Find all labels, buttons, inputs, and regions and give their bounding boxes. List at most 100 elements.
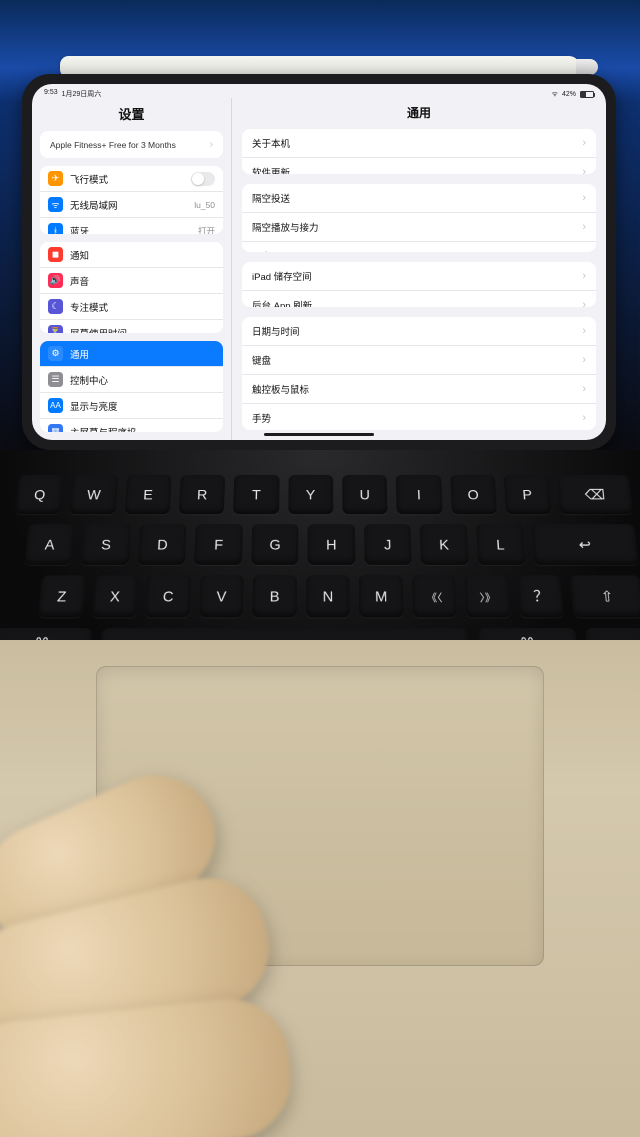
sidebar-item-label: 屏幕使用时间 <box>70 326 127 333</box>
key-shift-r[interactable]: ⇧ <box>570 575 640 617</box>
bell-icon: ◼ <box>48 247 63 262</box>
chevron-right-icon: › <box>582 412 586 424</box>
sidebar-item-display[interactable]: AA 显示与亮度 <box>40 392 223 418</box>
detail-item-label: 触控板与鼠标 <box>252 382 309 396</box>
key-angle-l[interactable]: 《〈 <box>412 575 457 617</box>
chevron-right-icon: › <box>582 354 586 366</box>
key-e[interactable]: E <box>124 475 171 514</box>
delete-icon: ⌫ <box>584 486 606 503</box>
sidebar-item-label: 显示与亮度 <box>70 399 118 413</box>
key-n[interactable]: N <box>306 575 350 617</box>
sidebar-item-label: 声音 <box>70 274 89 288</box>
detail-item-label: 日期与时间 <box>252 324 300 338</box>
sidebar-item-focus[interactable]: ☾ 专注模式 <box>40 293 223 319</box>
sidebar-item-general[interactable]: ⚙ 通用 <box>40 341 223 366</box>
detail-item-about[interactable]: 关于本机› <box>242 129 596 157</box>
hourglass-icon: ⏳ <box>48 325 63 333</box>
sidebar-item-control-center[interactable]: ☰ 控制中心 <box>40 366 223 392</box>
bluetooth-value: 打开 <box>198 225 215 235</box>
detail-item-software-update[interactable]: 软件更新› <box>242 157 596 174</box>
airplane-icon: ✈ <box>48 171 63 186</box>
key-t[interactable]: T <box>233 475 279 514</box>
detail-item-gestures[interactable]: 手势 › <box>242 403 596 430</box>
detail-title: 通用 <box>232 98 606 129</box>
bluetooth-icon: ᚼ <box>48 223 63 234</box>
key-row-2: A S D F G H J K L ↩ <box>1 524 638 565</box>
chevron-right-icon: › <box>582 137 586 149</box>
key-s[interactable]: S <box>81 524 131 565</box>
key-w[interactable]: W <box>70 475 118 514</box>
sidebar-item-label: 通知 <box>70 248 89 262</box>
ipad-device: 9:53 1月29日周六 ᯤ 42% 设置 Apple Fitness+ Fre… <box>22 74 616 450</box>
airplane-toggle[interactable] <box>191 172 215 186</box>
key-row-3: Z X C V B N M 《〈 〉》 ？ ⇧ <box>0 575 640 617</box>
key-y[interactable]: Y <box>288 475 333 514</box>
sidebar-item-wifi[interactable]: ᯤ 无线局域网 lu_50 <box>40 191 223 217</box>
key-q[interactable]: Q <box>15 475 64 514</box>
wifi-value: lu_50 <box>194 200 215 210</box>
key-g[interactable]: G <box>251 524 299 565</box>
detail-item-datetime[interactable]: 日期与时间› <box>242 317 596 345</box>
chevron-right-icon: › <box>582 166 586 174</box>
keyboard-deck <box>0 640 640 1137</box>
detail-group-3: iPad 储存空间› 后台 App 刷新› <box>242 262 596 307</box>
key-f[interactable]: F <box>194 524 242 565</box>
sidebar-item-label: 通用 <box>70 347 89 361</box>
key-c[interactable]: C <box>145 575 191 617</box>
status-bar: 9:53 1月29日周六 ᯤ 42% <box>32 84 606 98</box>
chevron-right-icon: › <box>582 383 586 395</box>
detail-item-airplay[interactable]: 隔空播放与接力› <box>242 212 596 241</box>
key-p[interactable]: P <box>503 475 551 514</box>
grid-icon: ▦ <box>48 424 63 432</box>
detail-item-background-refresh[interactable]: 后台 App 刷新› <box>242 290 596 307</box>
key-r[interactable]: R <box>179 475 226 514</box>
sidebar-item-airplane[interactable]: ✈ 飞行模式 <box>40 166 223 191</box>
key-l[interactable]: L <box>476 524 526 565</box>
key-k[interactable]: K <box>420 524 469 565</box>
battery-percent: 42% <box>562 91 576 98</box>
key-angle-r[interactable]: 〉》 <box>465 575 511 617</box>
promo-label: Apple Fitness+ Free for 3 Months <box>50 140 176 150</box>
photo-scene: 9:53 1月29日周六 ᯤ 42% 设置 Apple Fitness+ Fre… <box>0 0 640 1137</box>
detail-item-label: 键盘 <box>252 353 271 367</box>
key-b[interactable]: B <box>252 575 296 617</box>
key-return[interactable]: ↩ <box>532 524 639 565</box>
key-d[interactable]: D <box>138 524 187 565</box>
key-m[interactable]: M <box>359 575 404 617</box>
detail-item-trackpad-mouse[interactable]: 触控板与鼠标 › <box>242 374 596 403</box>
sidebar-item-notifications[interactable]: ◼ 通知 <box>40 242 223 267</box>
key-u[interactable]: U <box>342 475 388 514</box>
key-i[interactable]: I <box>396 475 442 514</box>
detail-item-pip[interactable]: 画中画 › <box>242 241 596 252</box>
sidebar-item-label: 飞行模式 <box>70 172 108 186</box>
sidebar-item-screentime[interactable]: ⏳ 屏幕使用时间 <box>40 319 223 333</box>
chevron-right-icon: › <box>210 139 213 150</box>
battery-icon <box>580 91 594 98</box>
detail-group-1: 关于本机› 软件更新› <box>242 129 596 174</box>
key-question[interactable]: ？ <box>517 575 564 617</box>
key-h[interactable]: H <box>308 524 355 565</box>
sidebar-item-label: 专注模式 <box>70 300 108 314</box>
key-o[interactable]: O <box>450 475 497 514</box>
key-x[interactable]: X <box>92 575 139 617</box>
detail-item-keyboard[interactable]: 键盘 › <box>242 345 596 374</box>
sidebar-item-homescreen[interactable]: ▦ 主屏幕与程序坞 <box>40 418 223 432</box>
key-v[interactable]: V <box>199 575 244 617</box>
sidebar-item-bluetooth[interactable]: ᚼ 蓝牙 打开 <box>40 217 223 234</box>
return-icon: ↩ <box>578 536 592 553</box>
home-indicator[interactable] <box>264 433 374 436</box>
key-j[interactable]: J <box>364 524 412 565</box>
detail-item-label: 画中画 <box>252 249 281 252</box>
key-z[interactable]: Z <box>38 575 85 617</box>
detail-item-label: 手势 <box>252 411 271 425</box>
detail-item-label: 隔空播放与接力 <box>252 220 319 234</box>
promo-fitness[interactable]: Apple Fitness+ Free for 3 Months › <box>40 131 223 158</box>
aa-icon: AA <box>48 398 63 413</box>
key-delete[interactable]: ⌫ <box>557 475 633 514</box>
sidebar-item-sounds[interactable]: 🔊 声音 <box>40 267 223 293</box>
detail-item-airdrop[interactable]: 隔空投送› <box>242 184 596 212</box>
chevron-right-icon: › <box>582 250 586 252</box>
detail-item-storage[interactable]: iPad 储存空间› <box>242 262 596 290</box>
key-a[interactable]: A <box>24 524 75 565</box>
detail-group-2: 隔空投送› 隔空播放与接力› 画中画 › <box>242 184 596 252</box>
